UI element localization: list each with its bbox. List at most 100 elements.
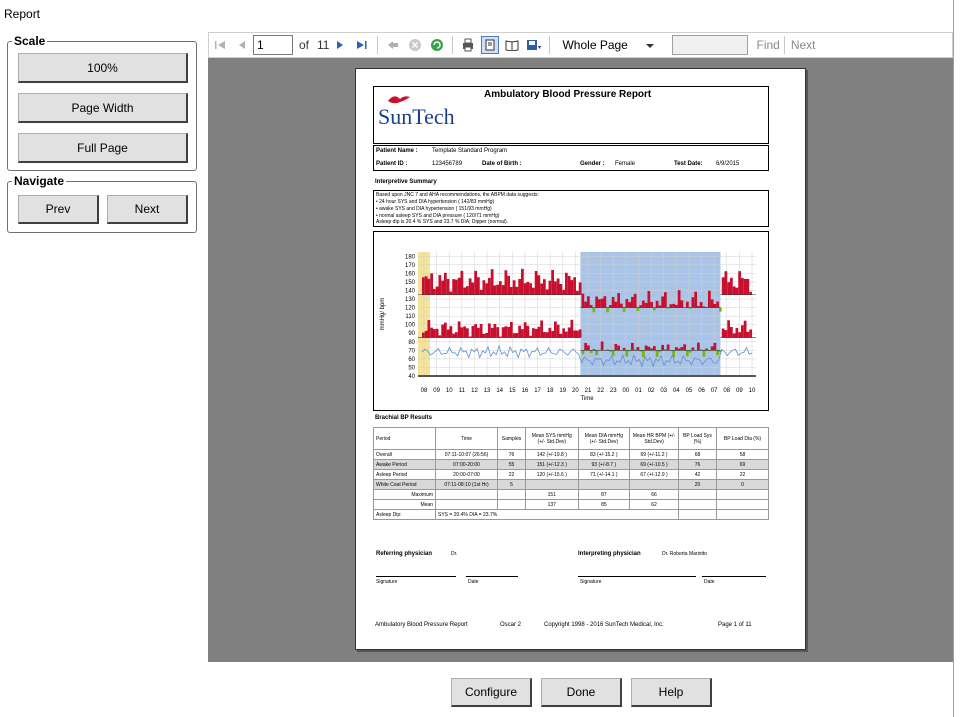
x-tick-label: 01 — [635, 388, 642, 394]
next-page-icon[interactable] — [331, 36, 349, 54]
gender-value: Female — [615, 161, 636, 167]
diastolic-load-area — [611, 350, 615, 357]
table-cell — [716, 499, 769, 510]
systolic-load-area — [444, 272, 447, 295]
last-page-icon[interactable] — [353, 36, 371, 54]
diastolic-load-area — [504, 326, 508, 338]
diastolic-load-area — [743, 320, 747, 338]
systolic-load-area — [691, 297, 695, 308]
table-cell — [716, 489, 769, 500]
diastolic-load-area — [460, 327, 464, 338]
systolic-load-area — [559, 283, 563, 295]
y-tick-label: 180 — [405, 254, 416, 260]
diastolic-load-area — [741, 325, 744, 338]
stop-icon[interactable] — [406, 36, 424, 54]
export-icon[interactable] — [525, 36, 543, 54]
diastolic-load-area — [570, 319, 574, 338]
systolic-load-area — [658, 305, 662, 308]
x-tick-label: 11 — [459, 388, 466, 394]
diastolic-load-area — [537, 326, 541, 338]
previous-page-icon[interactable] — [233, 36, 251, 54]
refresh-icon[interactable] — [428, 36, 446, 54]
date-line — [702, 576, 766, 577]
x-tick-label: 16 — [522, 388, 529, 394]
systolic-load-area — [466, 286, 469, 295]
zoom-select[interactable]: Whole Page — [558, 35, 658, 55]
find-link[interactable]: Find — [756, 38, 779, 52]
scale-full-page-button[interactable]: Full Page — [18, 133, 188, 163]
table-cell: Awake Period — [373, 459, 436, 470]
help-button[interactable]: Help — [631, 678, 712, 707]
systolic-load-area — [510, 286, 513, 295]
scale-page-width-button[interactable]: Page Width — [18, 93, 188, 123]
systolic-load-area — [422, 277, 425, 295]
diastolic-load-area — [702, 350, 706, 357]
systolic-load-area — [625, 298, 629, 308]
table-cell: 42 — [678, 469, 717, 480]
scale-100-button[interactable]: 100% — [18, 53, 188, 83]
table-cell: 55 — [497, 459, 526, 470]
first-page-icon[interactable] — [211, 36, 229, 54]
diastolic-load-area — [600, 341, 604, 351]
back-icon[interactable] — [384, 36, 402, 54]
systolic-load-area — [562, 289, 565, 295]
systolic-load-area — [479, 289, 483, 295]
interpreting-physician-name: Dr. Roberta Mariotto — [662, 551, 708, 557]
diastolic-load-area — [512, 333, 516, 338]
table-cell — [497, 489, 526, 500]
systolic-load-area — [457, 277, 461, 295]
systolic-load-area — [424, 276, 428, 295]
patient-name: Template Standard Program — [432, 148, 508, 154]
diastolic-load-area — [485, 333, 488, 338]
next-button[interactable]: Next — [107, 195, 188, 224]
report-viewer[interactable]: SunTech Ambulatory Blood Pressure Report… — [208, 58, 953, 662]
diastolic-load-area — [430, 327, 433, 338]
x-tick-label: 13 — [484, 388, 491, 394]
table-cell: 66 — [629, 489, 679, 500]
systolic-load-area — [488, 277, 491, 295]
toolbar-separator — [783, 36, 785, 54]
systolic-load-area — [675, 304, 678, 308]
toolbar-separator — [377, 36, 379, 54]
table-cell — [435, 489, 498, 500]
diastolic-load-area — [438, 335, 442, 338]
systolic-load-area — [435, 286, 439, 295]
table-cell: White Coat Period — [373, 479, 436, 490]
systolic-load-area — [603, 296, 607, 308]
table-header: Mean HR BPM (+/- Std.Dev) — [629, 427, 679, 450]
prev-button[interactable]: Prev — [18, 195, 99, 224]
systolic-load-area — [463, 287, 466, 295]
table-row: Asleep Period 20:00-07:00 22 120 (+/-15.6 )… — [373, 469, 769, 480]
diastolic-load-area — [683, 344, 686, 351]
report-title: Ambulatory Blood Pressure Report — [484, 89, 652, 100]
find-next-link[interactable]: Next — [791, 38, 816, 52]
diastolic-load-area — [581, 350, 585, 355]
diastolic-load-area — [661, 344, 664, 351]
systolic-load-area — [680, 300, 684, 308]
footer-copyright: Copyright 1998 - 2016 SunTech Medical, I… — [544, 622, 664, 628]
diastolic-load-area — [515, 333, 519, 338]
systolic-load-area — [589, 304, 593, 308]
print-layout-icon[interactable] — [481, 36, 500, 54]
table-header: Period — [373, 427, 436, 450]
done-button[interactable]: Done — [541, 678, 622, 707]
diastolic-load-area — [496, 327, 499, 338]
diastolic-load-area — [556, 324, 560, 338]
configure-button[interactable]: Configure — [451, 678, 532, 707]
print-icon[interactable] — [459, 36, 477, 54]
table-cell: 76 — [678, 459, 717, 470]
systolic-load-area — [537, 275, 541, 295]
page-setup-icon[interactable] — [503, 36, 521, 54]
diastolic-load-area — [680, 347, 684, 351]
table-cell: 69 — [716, 459, 769, 470]
footer-page-number: Page 1 of 11 — [718, 622, 752, 628]
systolic-load-area — [455, 279, 458, 295]
table-row: Asleep Dip: SYS = 20.4% DIA = 23.7% — [373, 509, 769, 520]
find-input[interactable] — [672, 35, 749, 55]
patient-name-label: Patient Name : — [376, 148, 418, 154]
systolic-load-area — [642, 300, 645, 308]
table-cell: 20:00-07:00 — [435, 469, 498, 480]
table-cell: 151 (+/-12.3 ) — [525, 459, 579, 470]
page-number-input[interactable] — [253, 35, 293, 55]
systolic-load-area — [567, 275, 571, 295]
